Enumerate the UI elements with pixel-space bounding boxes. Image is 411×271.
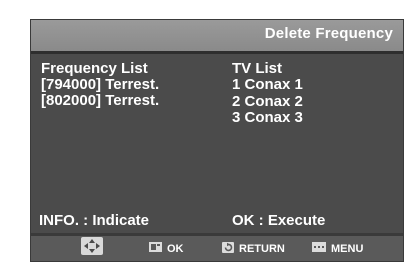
return-icon [222, 242, 234, 256]
return-label: RETURN [239, 243, 285, 255]
info-hint: INFO. : Indicate [39, 212, 150, 229]
help-bar: OK RETURN MENU [31, 233, 403, 261]
tv-list-item[interactable]: 3 Conax 3 [232, 110, 303, 126]
tv-list-item[interactable]: 2 Conax 2 [232, 94, 303, 110]
frequency-list-heading: Frequency List [41, 60, 148, 77]
frequency-list-panel: Frequency List [794000] Terrest. [802000… [41, 61, 159, 109]
navigation-arrows-icon [84, 239, 100, 253]
tv-list-item[interactable]: 1 Conax 1 [232, 77, 303, 93]
ok-icon [149, 242, 162, 255]
delete-frequency-screen: Delete Frequency Frequency List [794000]… [30, 19, 404, 262]
page-title: Delete Frequency [264, 25, 393, 42]
frequency-list: [794000] Terrest. [802000] Terrest. [41, 77, 159, 109]
return-help[interactable]: RETURN [222, 242, 285, 256]
menu-label: MENU [331, 242, 364, 255]
menu-help[interactable]: MENU [312, 242, 363, 255]
tv-list-panel: TV List 1 Conax 1 2 Conax 2 3 Conax 3 [232, 61, 303, 126]
ok-help[interactable]: OK [149, 242, 184, 255]
ok-hint: OK : Execute [232, 212, 326, 229]
navigation-icon[interactable] [81, 237, 103, 255]
tv-list: 1 Conax 1 2 Conax 2 3 Conax 3 [232, 77, 303, 126]
ok-label: OK [167, 242, 184, 255]
menu-icon [312, 242, 326, 255]
tv-list-heading: TV List [232, 60, 283, 77]
title-bar: Delete Frequency [31, 20, 403, 51]
frequency-list-item[interactable]: [794000] Terrest. [41, 77, 159, 93]
frequency-list-item[interactable]: [802000] Terrest. [41, 93, 159, 109]
title-divider [31, 51, 403, 54]
